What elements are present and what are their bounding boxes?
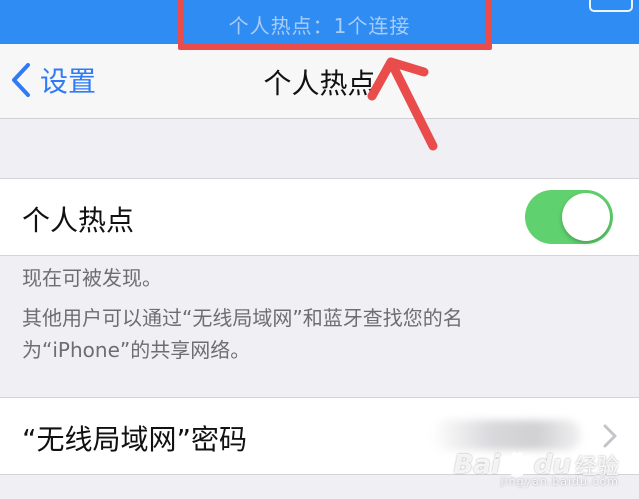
blurred-password-value (431, 420, 581, 450)
baidu-watermark: Bai du 经验 jingyan.baidu.com (453, 449, 619, 488)
info-line-3: 为“iPhone”的共享网络。 (22, 338, 251, 362)
navigation-bar: 设置 个人热点 (0, 44, 639, 119)
hotspot-toggle-cell: 个人热点 (0, 178, 639, 256)
info-line-1: 现在可被发现。 (22, 266, 162, 290)
toggle-knob (562, 193, 610, 241)
annotation-highlight-box (178, 0, 492, 50)
watermark-logo-text: Bai (453, 450, 500, 480)
hotspot-toggle-switch[interactable] (525, 190, 613, 244)
chevron-right-icon (603, 424, 617, 448)
hotspot-cell-label: 个人热点 (22, 204, 135, 237)
info-line-2: 其他用户可以通过“无线局域网”和蓝牙查找您的名 (22, 306, 463, 330)
watermark-url: jingyan.baidu.com (500, 475, 619, 488)
battery-icon (589, 0, 633, 12)
discoverable-info: 现在可被发现。 其他用户可以通过“无线局域网”和蓝牙查找您的名 为“iPhone… (22, 262, 582, 366)
page-title: 个人热点 (263, 67, 376, 100)
wifi-password-label: “无线局域网”密码 (22, 423, 248, 456)
